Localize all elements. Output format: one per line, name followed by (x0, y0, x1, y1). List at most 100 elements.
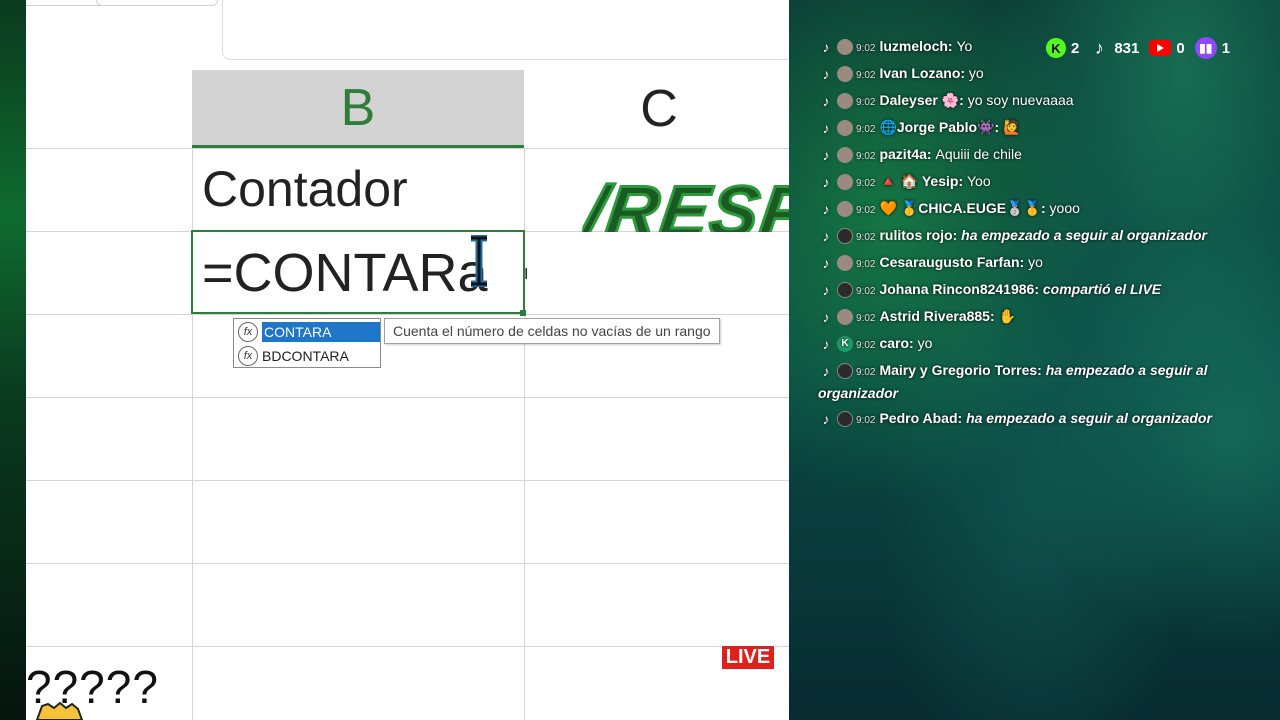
grid-line (26, 397, 789, 398)
chat-messages: ♪ 9:02 luzmeloch: Yo ♪ 9:02 Ivan Lozano: yo ♪ 9… (818, 36, 1258, 435)
chat-message: ♪ 9:02 Mairy y Gregorio Torres: ha empezad… (818, 360, 1258, 404)
tiktok-icon: ♪ (822, 362, 830, 379)
grid-line (26, 314, 789, 315)
chat-username[interactable]: Ivan Lozano: (879, 65, 965, 81)
chat-message: ♪ 9:02 🔺 🏠 Yesip: Yoo (818, 171, 1258, 194)
chat-message: ♪ 9:02 🧡 🥇CHICA.EUGE🥈🥇: yooo (818, 198, 1258, 221)
chat-time: 9:02 (856, 151, 876, 162)
tiktok-icon: ♪ (822, 38, 830, 55)
chat-time: 9:02 (856, 415, 876, 426)
tiktok-icon: ♪ (822, 200, 830, 217)
chat-username[interactable]: Mairy y Gregorio Torres: (879, 362, 1041, 378)
grid-line (26, 563, 789, 564)
avatar (837, 39, 853, 56)
formula-bar[interactable] (222, 0, 789, 60)
column-header-a[interactable] (26, 70, 192, 148)
autocomplete-label: BDCONTARA (262, 347, 349, 364)
chat-username[interactable]: 🧡 🥇CHICA.EUGE🥈🥇: (879, 200, 1045, 216)
avatar (837, 228, 853, 245)
avatar (837, 255, 853, 272)
chat-username[interactable]: Johana Rincon8241986: (879, 281, 1039, 297)
chat-message: ♪ 9:02 rulitos rojo: ha empezado a seguir … (818, 225, 1258, 248)
chat-text: Yo (956, 38, 973, 54)
chat-time: 9:02 (856, 124, 876, 135)
chat-text: ha empezado a seguir al organizador (961, 227, 1207, 243)
avatar (837, 120, 853, 137)
chat-message: ♪ 9:02 🌐Jorge Pablo👾: 🙋 (818, 117, 1258, 140)
cell-formula: =CONTARa (202, 243, 488, 303)
tiktok-icon: ♪ (822, 335, 830, 352)
overlay-graphic-text: /RESP (581, 172, 789, 232)
chat-username[interactable]: 🔺 🏠 Yesip: (879, 173, 963, 189)
live-badge: LIVE (721, 645, 775, 670)
chat-text: 🙋 (1003, 119, 1021, 135)
avatar (837, 174, 853, 191)
chat-username[interactable]: caro: (879, 335, 913, 351)
chat-time: 9:02 (856, 97, 876, 108)
tiktok-icon: ♪ (822, 146, 830, 163)
autocomplete-list: fx CONTARA fx BDCONTARA (233, 318, 381, 368)
avatar (837, 282, 853, 299)
chat-text: ✋ (998, 308, 1016, 324)
chat-username[interactable]: rulitos rojo: (879, 227, 957, 243)
stream-chat-overlay: K 2 ♪ 831 0 ▮▮ 1 ♪ 9:02 luzmeloch: Yo ♪ 9:02… (789, 0, 1280, 720)
autocomplete-item[interactable]: fx CONTARA (234, 320, 380, 343)
chat-username[interactable]: Pedro Abad: (879, 410, 962, 426)
chat-message: ♪ 9:02 Ivan Lozano: yo (818, 63, 1258, 86)
chat-message: ♪ K 9:02 caro: yo (818, 333, 1258, 356)
chat-time: 9:02 (856, 367, 876, 378)
fx-icon: fx (238, 345, 258, 366)
chat-text: yo (1028, 254, 1043, 270)
chat-time: 9:02 (856, 70, 876, 81)
grid-line (26, 646, 789, 647)
left-background-edge (0, 0, 26, 720)
chat-time: 9:02 (856, 313, 876, 324)
spreadsheet-area: B C Contador /RESP =CONTARa I fx CONTARA… (26, 0, 789, 720)
chat-text: Aquiii de chile (935, 146, 1022, 162)
emoji-hands-icon (32, 700, 92, 720)
chat-username[interactable]: Daleyser 🌸: (879, 92, 963, 108)
chat-time: 9:02 (856, 43, 876, 54)
autocomplete-item[interactable]: fx BDCONTARA (234, 344, 380, 367)
chat-time: 9:02 (856, 259, 876, 270)
fx-icon: fx (238, 321, 258, 342)
chat-text: compartió el LIVE (1042, 281, 1162, 297)
avatar (837, 147, 853, 164)
chat-message: ♪ 9:02 Pedro Abad: ha empezado a seguir al… (818, 408, 1258, 431)
chat-username[interactable]: Cesaraugusto Farfan: (879, 254, 1024, 270)
cell-b1[interactable]: Contador (202, 160, 408, 218)
grid-line (26, 480, 789, 481)
avatar: K (837, 336, 853, 353)
avatar (837, 93, 853, 110)
tiktok-icon: ♪ (822, 92, 830, 109)
tiktok-icon: ♪ (822, 173, 830, 190)
chat-username[interactable]: 🌐Jorge Pablo👾: (879, 119, 999, 135)
chat-username[interactable]: Astrid Rivera885: (879, 308, 994, 324)
avatar (837, 309, 853, 326)
chat-time: 9:02 (856, 340, 876, 351)
chat-time: 9:02 (856, 205, 876, 216)
chat-message: ♪ 9:02 luzmeloch: Yo (818, 36, 1258, 59)
fill-handle[interactable] (520, 310, 526, 316)
column-header-c[interactable]: C (524, 70, 789, 148)
avatar (837, 201, 853, 218)
tiktok-icon: ♪ (822, 254, 830, 271)
chat-time: 9:02 (856, 232, 876, 243)
tiktok-icon: ♪ (822, 410, 830, 427)
avatar (837, 411, 853, 428)
grid-line (26, 148, 789, 149)
autocomplete-label: CONTARA (262, 321, 380, 342)
function-tooltip: Cuenta el número de celdas no vacías de … (384, 318, 720, 344)
chat-message: ♪ 9:02 Cesaraugusto Farfan: yo (818, 252, 1258, 275)
chat-text: yo soy nuevaaaa (967, 92, 1074, 108)
chat-username[interactable]: pazit4a: (879, 146, 931, 162)
column-header-b[interactable]: B (192, 70, 524, 148)
chat-username[interactable]: luzmeloch: (879, 38, 952, 54)
chat-time: 9:02 (856, 286, 876, 297)
chat-time: 9:02 (856, 178, 876, 189)
chat-text: yooo (1049, 200, 1080, 216)
text-cursor-icon: I (524, 266, 529, 283)
tiktok-icon: ♪ (822, 65, 830, 82)
chat-text: Yoo (967, 173, 991, 189)
tiktok-icon: ♪ (822, 281, 830, 298)
